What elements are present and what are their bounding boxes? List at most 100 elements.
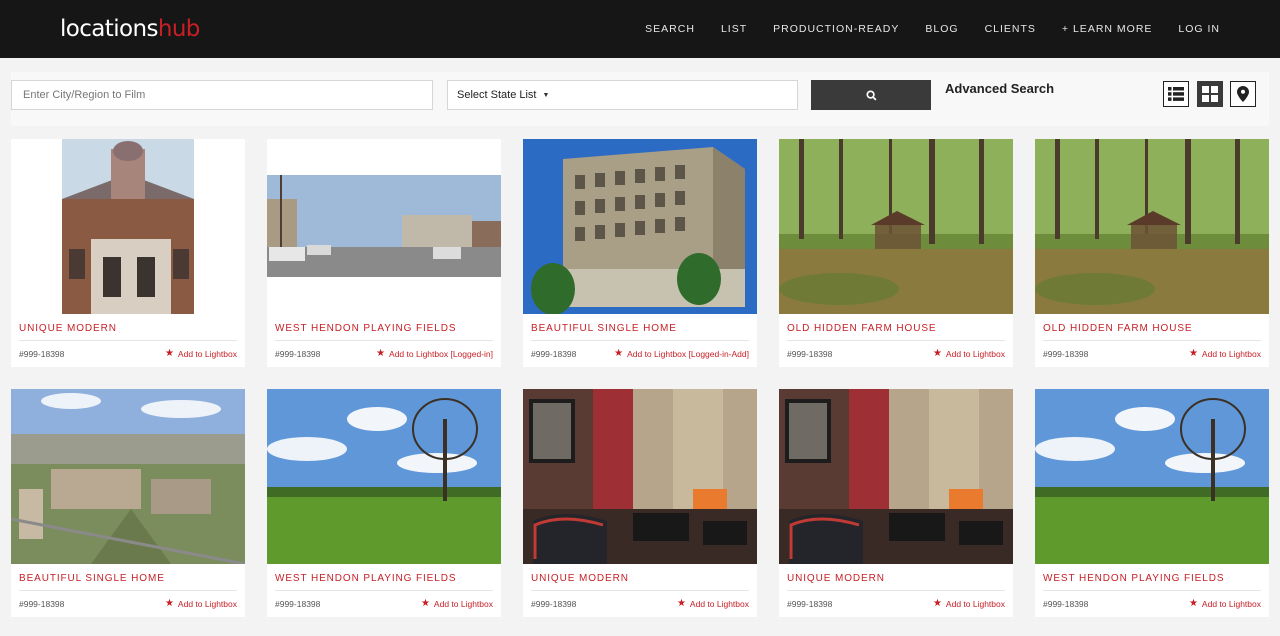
add-to-lightbox-button[interactable]: ★ Add to Lightbox (1188, 598, 1261, 610)
add-to-lightbox-button[interactable]: ★ Add to Lightbox [Logged-in] (376, 348, 493, 360)
star-icon: ★ (932, 348, 942, 359)
location-card[interactable]: WEST HENDON PLAYING FIELDS #999-18398 ★ … (267, 389, 501, 617)
add-to-lightbox-label: Add to Lightbox (1201, 349, 1261, 359)
location-card[interactable]: OLD HIDDEN FARM HOUSE #999-18398 ★ Add t… (779, 139, 1013, 367)
location-card[interactable]: UNIQUE MODERN #999-18398 ★ Add to Lightb… (779, 389, 1013, 617)
location-thumbnail[interactable] (11, 139, 245, 314)
nav-learn-more[interactable]: + LEARN MORE (1062, 23, 1152, 35)
add-to-lightbox-button[interactable]: ★ Add to Lightbox (165, 599, 237, 610)
location-thumbnail[interactable] (523, 389, 757, 564)
add-to-lightbox-button[interactable]: ★ Add to Lightbox (677, 599, 749, 610)
state-select-label: Select State List (457, 89, 537, 101)
location-title[interactable]: UNIQUE MODERN (531, 573, 629, 584)
brand-logo-part2: hub (157, 16, 201, 42)
state-select[interactable]: Select State List ▼ (447, 80, 798, 110)
location-code: #999-18398 (1043, 349, 1089, 359)
add-to-lightbox-button[interactable]: ★ Add to Lightbox (164, 348, 237, 360)
location-title[interactable]: WEST HENDON PLAYING FIELDS (275, 573, 456, 584)
add-to-lightbox-label: Add to Lightbox (433, 599, 493, 609)
star-icon: ★ (932, 598, 942, 609)
location-card[interactable]: BEAUTIFUL SINGLE HOME #999-18398 ★ Add t… (11, 389, 245, 617)
search-bar: Enter City/Region to Film Select State L… (11, 72, 1269, 126)
card-divider (787, 590, 1005, 591)
add-to-lightbox-button[interactable]: ★ Add to Lightbox (420, 598, 493, 610)
nav-log-in[interactable]: LOG IN (1178, 23, 1220, 35)
location-thumbnail[interactable] (1035, 139, 1269, 314)
location-thumbnail[interactable] (1035, 389, 1269, 564)
card-divider (787, 340, 1005, 341)
location-code: #999-18398 (275, 349, 321, 359)
location-title[interactable]: OLD HIDDEN FARM HOUSE (1043, 323, 1192, 334)
location-title[interactable]: BEAUTIFUL SINGLE HOME (531, 323, 677, 334)
location-card[interactable]: BEAUTIFUL SINGLE HOME #999-18398 ★ Add t… (523, 139, 757, 367)
lounge-interior-photo (523, 389, 757, 564)
location-code: #999-18398 (19, 599, 65, 609)
card-divider (275, 340, 493, 341)
search-button[interactable] (811, 80, 931, 110)
location-card[interactable]: WEST HENDON PLAYING FIELDS #999-18398 ★ … (1035, 389, 1269, 617)
location-title[interactable]: WEST HENDON PLAYING FIELDS (275, 323, 456, 334)
add-to-lightbox-button[interactable]: ★ Add to Lightbox (1189, 349, 1261, 360)
star-icon: ★ (164, 348, 174, 359)
location-card[interactable]: OLD HIDDEN FARM HOUSE #999-18398 ★ Add t… (1035, 139, 1269, 367)
location-code: #999-18398 (531, 599, 577, 609)
star-icon: ★ (420, 598, 430, 609)
card-divider (275, 590, 493, 591)
location-title[interactable]: BEAUTIFUL SINGLE HOME (19, 573, 165, 584)
add-to-lightbox-button[interactable]: ★ Add to Lightbox (932, 348, 1005, 360)
add-to-lightbox-label: Add to Lightbox (1201, 599, 1261, 609)
add-to-lightbox-label: Add to Lightbox [Logged-in-Add] (627, 349, 749, 359)
location-card[interactable]: UNIQUE MODERN #999-18398 ★ Add to Lightb… (523, 389, 757, 617)
location-title[interactable]: OLD HIDDEN FARM HOUSE (787, 323, 936, 334)
location-title[interactable]: WEST HENDON PLAYING FIELDS (1043, 573, 1224, 584)
nav-clients[interactable]: CLIENTS (985, 23, 1036, 35)
city-region-input[interactable]: Enter City/Region to Film (11, 80, 433, 110)
location-thumbnail[interactable] (267, 389, 501, 564)
park-tree-photo (267, 389, 501, 564)
park-tree-photo (1035, 389, 1269, 564)
location-code: #999-18398 (787, 349, 833, 359)
nav-list[interactable]: LIST (721, 23, 747, 35)
location-thumbnail[interactable] (779, 139, 1013, 314)
location-title[interactable]: UNIQUE MODERN (19, 323, 117, 334)
victorian-building-photo (11, 139, 245, 314)
location-code: #999-18398 (1043, 599, 1089, 609)
grid-view-button[interactable] (1197, 81, 1223, 107)
star-icon: ★ (376, 348, 386, 359)
location-code: #999-18398 (531, 349, 577, 359)
list-view-icon (1168, 87, 1184, 101)
forest-gazebo-photo (779, 139, 1013, 314)
card-divider (19, 590, 237, 591)
location-code: #999-18398 (19, 349, 65, 359)
card-divider (531, 340, 749, 341)
location-thumbnail[interactable] (523, 139, 757, 314)
map-pin-icon (1237, 86, 1249, 102)
location-title[interactable]: UNIQUE MODERN (787, 573, 885, 584)
location-card[interactable]: WEST HENDON PLAYING FIELDS #999-18398 ★ … (267, 139, 501, 367)
street-cars-photo (267, 139, 501, 314)
star-icon: ★ (1188, 598, 1198, 609)
location-thumbnail[interactable] (267, 139, 501, 314)
add-to-lightbox-label: Add to Lightbox (945, 349, 1005, 359)
main-nav: SEARCH LIST PRODUCTION-READY BLOG CLIENT… (619, 23, 1220, 35)
city-aerial-photo (11, 389, 245, 564)
add-to-lightbox-button[interactable]: ★ Add to Lightbox (932, 598, 1005, 610)
nav-blog[interactable]: BLOG (925, 23, 958, 35)
advanced-search-link[interactable]: Advanced Search (945, 81, 1054, 96)
brand-logo[interactable]: locations hub (60, 16, 200, 42)
search-icon (865, 89, 877, 101)
map-view-button[interactable] (1230, 81, 1256, 107)
location-thumbnail[interactable] (11, 389, 245, 564)
nav-search[interactable]: SEARCH (645, 23, 695, 35)
location-card[interactable]: UNIQUE MODERN #999-18398 ★ Add to Lightb… (11, 139, 245, 367)
location-thumbnail[interactable] (779, 389, 1013, 564)
add-to-lightbox-label: Add to Lightbox (689, 599, 749, 609)
add-to-lightbox-label: Add to Lightbox (945, 599, 1005, 609)
list-view-button[interactable] (1163, 81, 1189, 107)
forest-gazebo-photo (1035, 139, 1269, 314)
tall-building-photo (523, 139, 757, 314)
nav-production-ready[interactable]: PRODUCTION-READY (773, 23, 899, 35)
add-to-lightbox-button[interactable]: ★ Add to Lightbox [Logged-in-Add] (614, 349, 749, 360)
card-divider (1043, 590, 1261, 591)
grid-view-icon (1202, 86, 1218, 102)
